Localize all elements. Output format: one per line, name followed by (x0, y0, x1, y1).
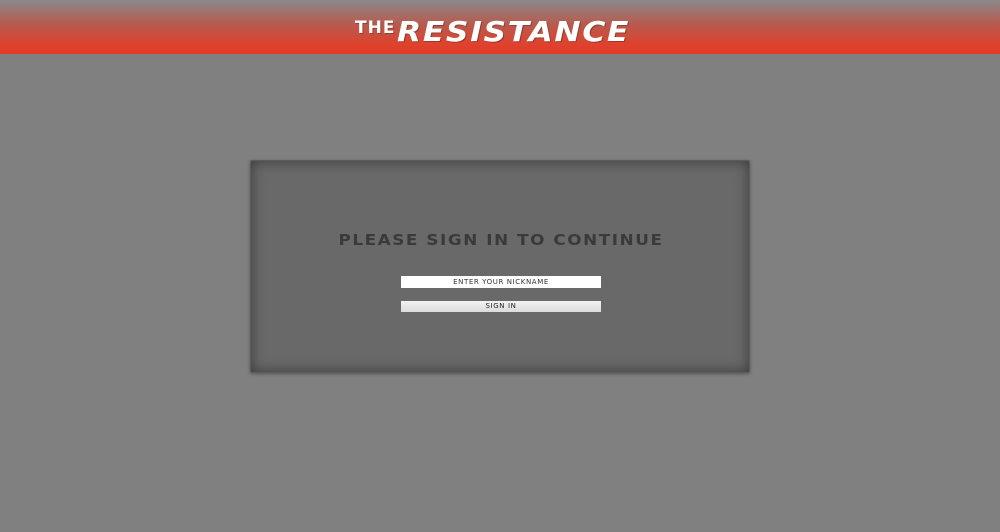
header-bar: The Resistance (0, 0, 1000, 54)
signin-button[interactable]: Sign In (401, 301, 601, 312)
logo-the-text: The (355, 18, 396, 38)
logo-main-text: Resistance (397, 15, 631, 48)
signin-title: Please sign in to continue (338, 231, 664, 249)
nickname-input[interactable] (401, 276, 601, 288)
signin-panel: Please sign in to continue Sign In (250, 160, 750, 373)
